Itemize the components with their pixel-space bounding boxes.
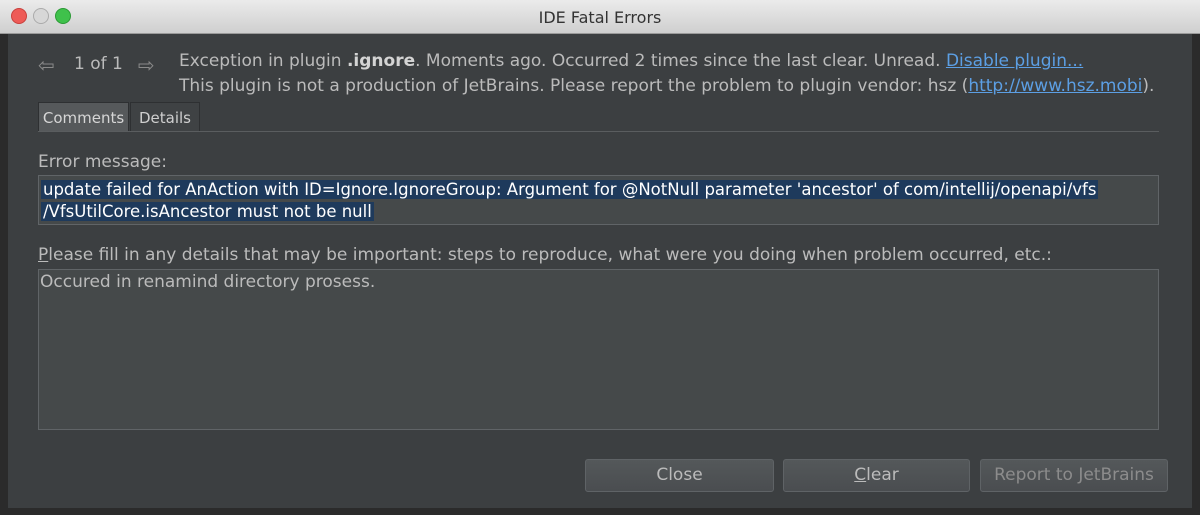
previous-arrow-icon[interactable]: ⇦ bbox=[38, 53, 55, 77]
vendor-text: This plugin is not a production of JetBr… bbox=[179, 76, 969, 96]
window-bottom-edge bbox=[0, 508, 1200, 515]
error-message-field[interactable]: update failed for AnAction with ID=Ignor… bbox=[38, 175, 1159, 225]
tab-comments[interactable]: Comments bbox=[38, 102, 129, 132]
tab-details[interactable]: Details bbox=[130, 102, 200, 132]
vendor-link[interactable]: http://www.hsz.mobi bbox=[968, 76, 1142, 96]
disable-plugin-link[interactable]: Disable plugin... bbox=[946, 51, 1083, 71]
error-info: Exception in plugin .ignore. Moments ago… bbox=[179, 49, 1154, 99]
error-line-2: /VfsUtilCore.isAncestor must not be null bbox=[41, 202, 374, 221]
window-right-edge bbox=[1192, 34, 1200, 515]
info-line-1: Exception in plugin .ignore. Moments ago… bbox=[179, 49, 1154, 74]
details-textarea[interactable]: Occured in renamind directory prosess. bbox=[38, 269, 1159, 430]
report-to-jetbrains-button[interactable]: Report to JetBrains bbox=[980, 459, 1168, 492]
vendor-text-end: ). bbox=[1142, 76, 1155, 96]
plugin-name: .ignore bbox=[346, 51, 416, 71]
info-text: Exception in plugin bbox=[179, 51, 347, 71]
next-arrow-icon[interactable]: ⇨ bbox=[138, 53, 155, 77]
info-line-2: This plugin is not a production of JetBr… bbox=[179, 74, 1154, 99]
clear-label: lear bbox=[866, 465, 899, 485]
error-message-label: Error message: bbox=[38, 152, 167, 172]
error-message-text: update failed for AnAction with ID=Ignor… bbox=[41, 179, 1099, 223]
clear-button[interactable]: Clear bbox=[783, 459, 970, 492]
details-value: Occured in renamind directory prosess. bbox=[40, 272, 376, 292]
window-titlebar: IDE Fatal Errors bbox=[0, 0, 1200, 34]
tab-divider bbox=[38, 131, 1159, 132]
error-line-1: update failed for AnAction with ID=Ignor… bbox=[41, 180, 1099, 199]
details-label: Please fill in any details that may be i… bbox=[38, 245, 1052, 265]
window-title: IDE Fatal Errors bbox=[538, 8, 662, 27]
details-label-text: lease fill in any details that may be im… bbox=[48, 245, 1052, 265]
details-label-mnemonic: P bbox=[38, 245, 49, 265]
error-counter: 1 of 1 bbox=[74, 54, 123, 74]
clear-mnemonic: C bbox=[854, 465, 867, 485]
close-button[interactable]: Close bbox=[585, 459, 774, 492]
window-left-edge bbox=[0, 34, 8, 515]
info-text: . Moments ago. Occurred 2 times since th… bbox=[415, 51, 946, 71]
